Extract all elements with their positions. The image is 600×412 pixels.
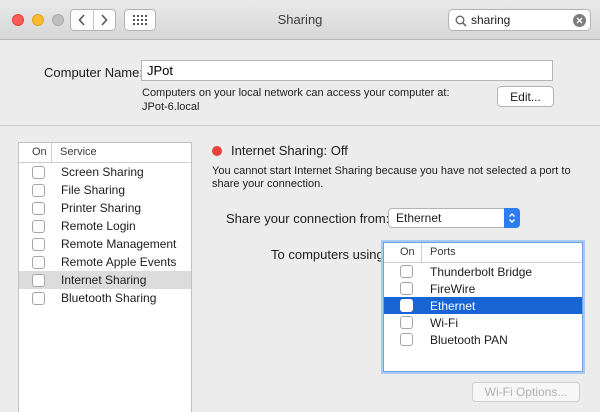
service-row[interactable]: Remote Apple Events xyxy=(19,253,191,271)
ports-list-header: On Ports xyxy=(384,243,582,263)
forward-button[interactable] xyxy=(92,10,116,30)
computer-name-section: Computer Name: Computers on your local n… xyxy=(0,41,600,126)
column-header-ports[interactable]: Ports xyxy=(422,243,456,262)
service-label: Screen Sharing xyxy=(61,165,144,179)
port-checkbox[interactable] xyxy=(400,282,413,295)
service-label: Remote Apple Events xyxy=(61,255,177,269)
share-from-popup[interactable]: Ethernet xyxy=(388,208,520,228)
local-hostname: JPot-6.local xyxy=(142,101,200,113)
service-rows: Screen Sharing File Sharing Printer Sharin… xyxy=(19,163,191,307)
service-row[interactable]: Screen Sharing xyxy=(19,163,191,181)
column-header-on[interactable]: On xyxy=(384,243,422,262)
chevron-right-icon xyxy=(101,14,108,26)
computer-name-field[interactable] xyxy=(141,60,553,81)
grid-icon xyxy=(133,15,147,25)
service-checkbox[interactable] xyxy=(32,201,45,215)
service-checkbox[interactable] xyxy=(32,219,45,233)
service-label: Internet Sharing xyxy=(61,273,147,287)
port-row[interactable]: Wi-Fi xyxy=(384,314,582,331)
service-row[interactable]: Remote Login xyxy=(19,217,191,235)
magnifier-icon xyxy=(455,15,467,27)
port-row[interactable]: Thunderbolt Bridge xyxy=(384,263,582,280)
service-checkbox[interactable] xyxy=(32,255,45,269)
wifi-options-button[interactable]: Wi-Fi Options... xyxy=(472,382,580,402)
port-label: Thunderbolt Bridge xyxy=(430,264,533,279)
service-checkbox[interactable] xyxy=(32,291,45,305)
service-row[interactable]: Bluetooth Sharing xyxy=(19,289,191,307)
service-list-header: On Service xyxy=(19,143,191,163)
title-bar: Sharing xyxy=(0,0,600,40)
ports-list: On Ports Thunderbolt Bridge FireWire Ether… xyxy=(383,242,583,372)
share-from-value: Ethernet xyxy=(396,211,442,225)
to-computers-label: To computers using: xyxy=(271,247,388,262)
status-message-cont: share your connection. xyxy=(212,178,324,190)
service-row[interactable]: File Sharing xyxy=(19,181,191,199)
search-field[interactable] xyxy=(448,9,591,31)
service-row[interactable]: Internet Sharing xyxy=(19,271,191,289)
port-checkbox[interactable] xyxy=(400,299,413,312)
clear-search-button[interactable] xyxy=(573,14,586,27)
popup-arrows-icon xyxy=(504,208,520,228)
close-window-button[interactable] xyxy=(12,14,24,26)
service-checkbox[interactable] xyxy=(32,165,45,179)
port-label: Ethernet xyxy=(430,298,476,313)
back-button[interactable] xyxy=(71,10,93,30)
service-label: Bluetooth Sharing xyxy=(61,291,157,305)
zoom-window-button[interactable] xyxy=(52,14,64,26)
search-input[interactable] xyxy=(471,12,566,28)
service-label: File Sharing xyxy=(61,183,126,197)
port-checkbox[interactable] xyxy=(400,265,413,278)
computer-name-label: Computer Name: xyxy=(44,65,143,80)
port-row[interactable]: Bluetooth PAN xyxy=(384,331,582,348)
status-title: Internet Sharing: Off xyxy=(231,143,348,158)
service-list: On Service Screen Sharing File Sharing Pri… xyxy=(18,142,192,412)
clear-icon xyxy=(576,17,583,24)
port-checkbox[interactable] xyxy=(400,333,413,346)
port-rows: Thunderbolt Bridge FireWire Ethernet Wi-Fi B… xyxy=(384,263,582,348)
status-message: You cannot start Internet Sharing becaus… xyxy=(212,165,571,177)
column-header-on[interactable]: On xyxy=(19,143,52,162)
service-label: Remote Management xyxy=(61,237,177,251)
port-checkbox[interactable] xyxy=(400,316,413,329)
service-checkbox[interactable] xyxy=(32,183,45,197)
show-all-button[interactable] xyxy=(124,9,156,31)
port-label: Bluetooth PAN xyxy=(430,332,508,347)
port-row[interactable]: FireWire xyxy=(384,280,582,297)
computer-name-help: Computers on your local network can acce… xyxy=(142,87,450,99)
port-label: FireWire xyxy=(430,281,476,296)
service-checkbox[interactable] xyxy=(32,273,45,287)
edit-button[interactable]: Edit... xyxy=(497,86,554,107)
share-from-label: Share your connection from: xyxy=(226,211,390,226)
port-row[interactable]: Ethernet xyxy=(384,297,582,314)
chevron-left-icon xyxy=(78,14,85,26)
service-label: Remote Login xyxy=(61,219,136,233)
service-row[interactable]: Printer Sharing xyxy=(19,199,191,217)
port-label: Wi-Fi xyxy=(430,315,458,330)
minimize-window-button[interactable] xyxy=(32,14,44,26)
service-row[interactable]: Remote Management xyxy=(19,235,191,253)
navigation-buttons xyxy=(70,9,116,31)
status-indicator-icon xyxy=(212,146,222,156)
service-label: Printer Sharing xyxy=(61,201,142,215)
service-checkbox[interactable] xyxy=(32,237,45,251)
column-header-service[interactable]: Service xyxy=(52,143,97,162)
